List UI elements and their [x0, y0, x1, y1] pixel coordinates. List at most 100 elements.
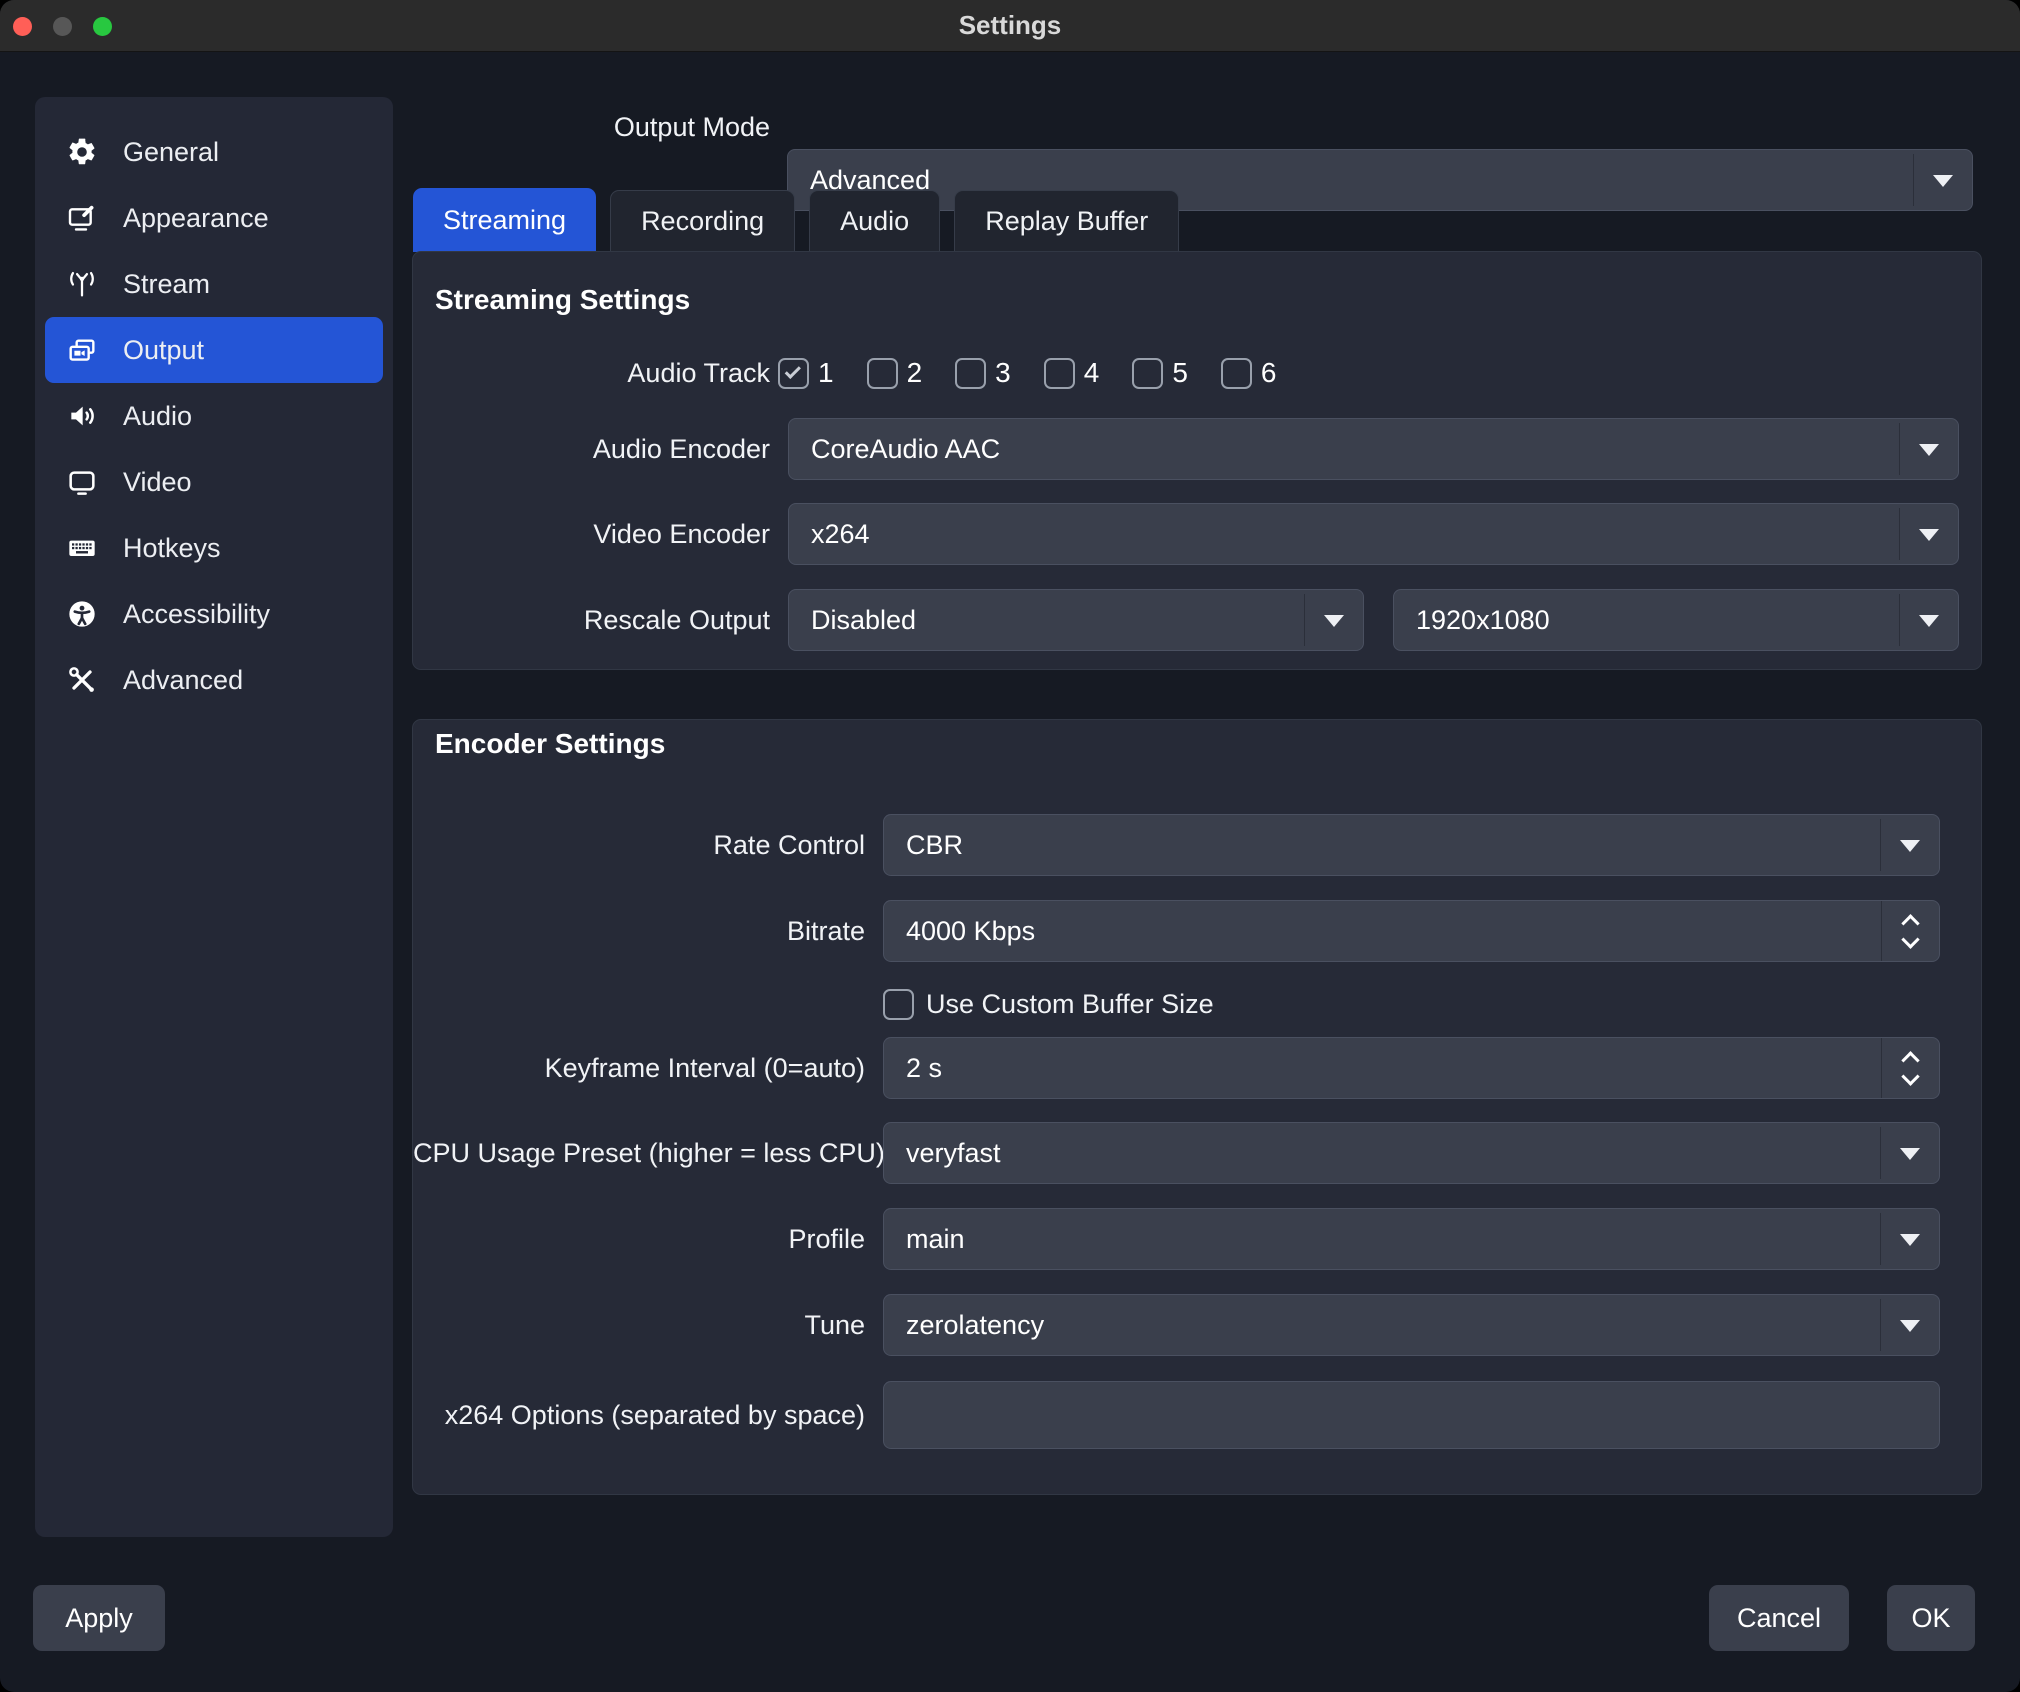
sidebar-item-label: Stream: [123, 269, 210, 300]
keyframe-interval-label: Keyframe Interval (0=auto): [413, 1053, 865, 1084]
traffic-lights: [13, 0, 112, 52]
audio-encoder-dropdown[interactable]: CoreAudio AAC: [788, 418, 1959, 480]
window-title: Settings: [959, 10, 1062, 41]
chevron-down-icon: [1919, 615, 1939, 627]
sidebar-item-output[interactable]: Output: [45, 317, 383, 383]
audio-encoder-label: Audio Encoder: [413, 434, 770, 465]
ok-button[interactable]: OK: [1887, 1585, 1975, 1651]
gear-icon: [65, 135, 99, 169]
audio-track-row: Audio Track 1 2 3 4 5 6: [413, 348, 1981, 398]
chevron-down-icon: [1900, 1320, 1920, 1332]
appearance-icon: [65, 201, 99, 235]
video-encoder-value: x264: [811, 519, 870, 550]
audio-track-label: Audio Track: [413, 358, 770, 389]
bitrate-row: Bitrate 4000 Kbps: [413, 900, 1981, 962]
sidebar-item-label: Video: [123, 467, 192, 498]
chevron-down-icon: [1324, 615, 1344, 627]
profile-label: Profile: [413, 1224, 865, 1255]
sidebar-item-label: Audio: [123, 401, 192, 432]
video-encoder-dropdown[interactable]: x264: [788, 503, 1959, 565]
rescale-resolution-dropdown[interactable]: 1920x1080: [1393, 589, 1959, 651]
chevron-down-icon: [1933, 175, 1953, 187]
tune-value: zerolatency: [906, 1310, 1044, 1341]
tab-replay-buffer[interactable]: Replay Buffer: [954, 190, 1179, 252]
rescale-output-label: Rescale Output: [413, 605, 770, 636]
profile-dropdown[interactable]: main: [883, 1208, 1940, 1270]
audio-track-2-checkbox[interactable]: 2: [867, 357, 923, 389]
x264-options-input[interactable]: [883, 1381, 1940, 1449]
cancel-button[interactable]: Cancel: [1709, 1585, 1849, 1651]
keyframe-interval-row: Keyframe Interval (0=auto) 2 s: [413, 1037, 1981, 1099]
spin-down-icon[interactable]: [1901, 930, 1919, 948]
rescale-output-value: Disabled: [811, 605, 916, 636]
check-icon: [785, 363, 801, 379]
duplicate-display-icon: [65, 333, 99, 367]
video-encoder-label: Video Encoder: [413, 519, 770, 550]
keyframe-interval-value: 2 s: [906, 1053, 942, 1084]
sidebar-item-label: Hotkeys: [123, 533, 221, 564]
cpu-preset-label: CPU Usage Preset (higher = less CPU): [413, 1138, 865, 1169]
chevron-down-icon: [1919, 529, 1939, 541]
cpu-preset-value: veryfast: [906, 1138, 1001, 1169]
audio-track-6-checkbox[interactable]: 6: [1221, 357, 1277, 389]
rate-control-label: Rate Control: [413, 830, 865, 861]
tab-audio[interactable]: Audio: [809, 190, 940, 252]
titlebar: Settings: [0, 0, 2020, 52]
streaming-settings-title: Streaming Settings: [435, 284, 690, 316]
audio-track-checkboxes: 1 2 3 4 5 6: [778, 357, 1276, 389]
rescale-output-dropdown[interactable]: Disabled: [788, 589, 1364, 651]
sidebar-item-appearance[interactable]: Appearance: [45, 185, 383, 251]
sidebar-item-advanced[interactable]: Advanced: [45, 647, 383, 713]
monitor-icon: [65, 465, 99, 499]
bitrate-spinner[interactable]: 4000 Kbps: [883, 900, 1940, 962]
tools-icon: [65, 663, 99, 697]
output-tabs: Streaming Recording Audio Replay Buffer: [413, 188, 1179, 252]
audio-track-1-checkbox[interactable]: 1: [778, 357, 834, 389]
encoder-settings-panel: Encoder Settings Rate Control CBR Bitrat…: [412, 719, 1982, 1495]
sidebar-item-hotkeys[interactable]: Hotkeys: [45, 515, 383, 581]
close-window-icon[interactable]: [13, 17, 32, 36]
output-mode-label: Output Mode: [614, 112, 770, 143]
chevron-down-icon: [1900, 1234, 1920, 1246]
rescale-output-row: Rescale Output Disabled 1920x1080: [413, 589, 1981, 651]
sidebar-item-audio[interactable]: Audio: [45, 383, 383, 449]
rate-control-dropdown[interactable]: CBR: [883, 814, 1940, 876]
rate-control-value: CBR: [906, 830, 963, 861]
tune-label: Tune: [413, 1310, 865, 1341]
keyboard-icon: [65, 531, 99, 565]
accessibility-icon: [65, 597, 99, 631]
sidebar-item-accessibility[interactable]: Accessibility: [45, 581, 383, 647]
sidebar-item-stream[interactable]: Stream: [45, 251, 383, 317]
spin-down-icon[interactable]: [1901, 1067, 1919, 1085]
audio-track-5-checkbox[interactable]: 5: [1132, 357, 1188, 389]
audio-track-3-checkbox[interactable]: 3: [955, 357, 1011, 389]
cpu-preset-dropdown[interactable]: veryfast: [883, 1122, 1940, 1184]
encoder-settings-title: Encoder Settings: [435, 728, 665, 760]
use-custom-buffer-checkbox[interactable]: [883, 989, 914, 1020]
spin-up-icon[interactable]: [1901, 1051, 1919, 1069]
tab-recording[interactable]: Recording: [610, 190, 795, 252]
sidebar-item-video[interactable]: Video: [45, 449, 383, 515]
use-custom-buffer-label: Use Custom Buffer Size: [926, 989, 1214, 1020]
tab-streaming[interactable]: Streaming: [413, 188, 596, 252]
sidebar-item-general[interactable]: General: [45, 119, 383, 185]
audio-encoder-value: CoreAudio AAC: [811, 434, 1000, 465]
spin-up-icon[interactable]: [1901, 914, 1919, 932]
keyframe-interval-spinner[interactable]: 2 s: [883, 1037, 1940, 1099]
bitrate-value: 4000 Kbps: [906, 916, 1035, 947]
chevron-down-icon: [1919, 444, 1939, 456]
sidebar-item-label: Advanced: [123, 665, 243, 696]
video-encoder-row: Video Encoder x264: [413, 503, 1981, 565]
x264-options-label: x264 Options (separated by space): [413, 1400, 865, 1431]
x264-options-row: x264 Options (separated by space): [413, 1381, 1981, 1449]
streaming-settings-panel: Streaming Settings Audio Track 1 2 3 4 5…: [412, 251, 1982, 670]
zoom-window-icon[interactable]: [93, 17, 112, 36]
tune-dropdown[interactable]: zerolatency: [883, 1294, 1940, 1356]
chevron-down-icon: [1900, 840, 1920, 852]
sidebar-item-label: Output: [123, 335, 204, 366]
speaker-icon: [65, 399, 99, 433]
apply-button[interactable]: Apply: [33, 1585, 165, 1651]
rescale-resolution-value: 1920x1080: [1416, 605, 1550, 636]
profile-value: main: [906, 1224, 965, 1255]
audio-track-4-checkbox[interactable]: 4: [1044, 357, 1100, 389]
